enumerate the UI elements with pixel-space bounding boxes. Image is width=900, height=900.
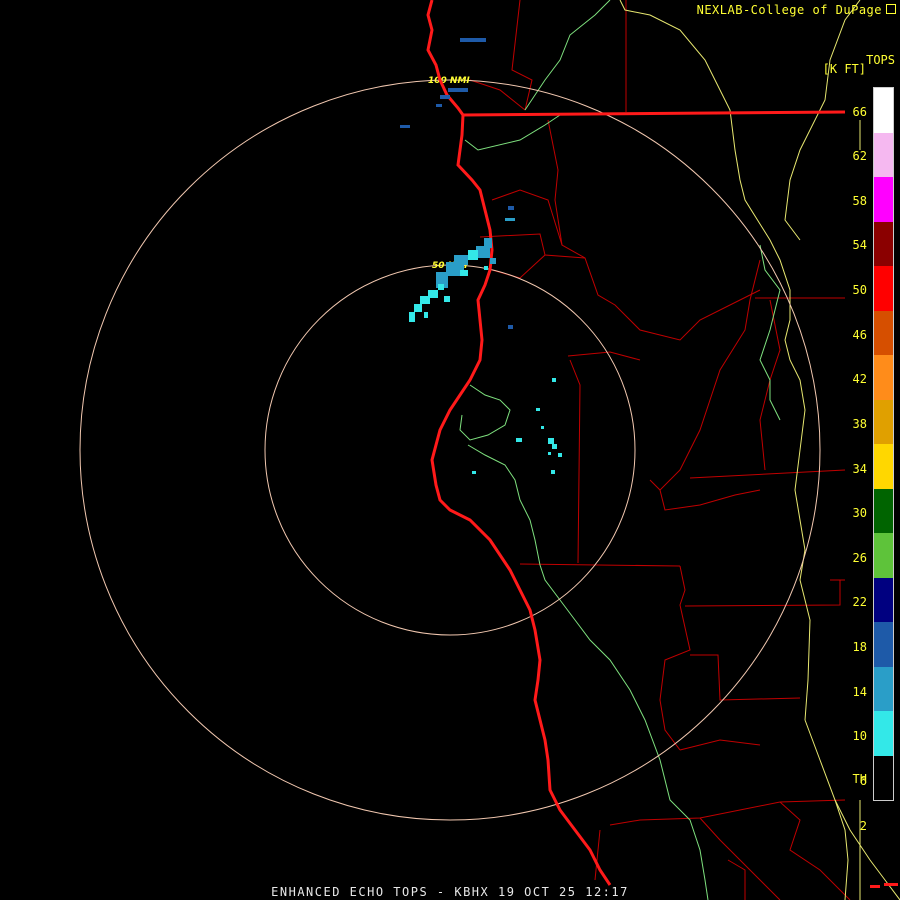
colorbar-segment — [874, 310, 893, 355]
colorbar-segment — [874, 755, 893, 800]
colorbar-segment — [874, 444, 893, 489]
radar-map: 50 NMI 100 NMI — [79, 0, 900, 900]
legend-tick-label: 22 — [852, 595, 867, 610]
legend-tick-label: 2 — [859, 818, 867, 833]
legend-tick-label: 50 — [852, 283, 867, 298]
colorbar-segment — [874, 88, 893, 133]
legend-tick-label: 18 — [852, 640, 867, 655]
legend-tick-label: 10 — [852, 729, 867, 744]
colorbar-segment — [874, 533, 893, 578]
colorbar-segment — [874, 221, 893, 266]
colorbar-segment — [874, 711, 893, 756]
colorbar-segment — [874, 132, 893, 177]
legend-units: [K FT] — [822, 62, 866, 76]
legend-title: TOPS — [866, 53, 895, 67]
legend-tick-label: 54 — [852, 238, 867, 253]
state-border — [426, 0, 846, 886]
legend-tick-label: TH — [852, 771, 867, 786]
neighbor-borders — [619, 0, 900, 900]
colorbar-segment — [874, 399, 893, 444]
colorbar-segment — [874, 177, 893, 222]
radar-echoes — [400, 38, 562, 474]
range-rings — [79, 79, 821, 821]
county-borders — [469, 0, 851, 900]
legend-tick-label: 34 — [852, 461, 867, 476]
legend-tick-label: 38 — [852, 416, 867, 431]
colorbar-segment — [874, 355, 893, 400]
legend-tick-label: 26 — [852, 550, 867, 565]
colorbar — [873, 87, 894, 801]
colorbar-segment — [874, 488, 893, 533]
colorbar-segment — [874, 266, 893, 311]
product-title: ENHANCED ECHO TOPS - KBHX 19 OCT 25 12:1… — [271, 885, 629, 899]
legend-tick-label: 58 — [852, 193, 867, 208]
rivers — [459, 0, 781, 900]
legend-tick-label: 14 — [852, 684, 867, 699]
legend-tick-label: 66 — [852, 104, 867, 119]
colorbar-segment — [874, 622, 893, 667]
legend-tick-label: 46 — [852, 327, 867, 342]
legend-tick-label: 62 — [852, 149, 867, 164]
ring-label-100: 100 NMI — [428, 76, 470, 86]
legend-tick-label: 42 — [852, 372, 867, 387]
legend-tick-label: 30 — [852, 506, 867, 521]
range-ring-100 — [79, 79, 821, 821]
colorbar-segment — [874, 666, 893, 711]
window-icon[interactable] — [886, 4, 896, 14]
credit-label: NEXLAB-College of DuPage — [696, 3, 882, 17]
colorbar-segment — [874, 577, 893, 622]
